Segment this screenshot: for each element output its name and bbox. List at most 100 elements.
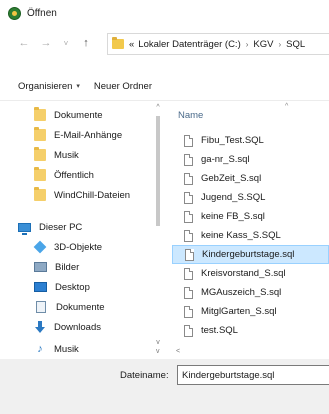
file-row[interactable]: GebZeit_S.sql: [172, 169, 329, 188]
organize-label: Organisieren: [18, 80, 73, 92]
file-name: keine FB_S.sql: [201, 211, 265, 222]
title-bar: Öffnen: [0, 0, 329, 26]
file-row[interactable]: MitglGarten_S.sql: [172, 302, 329, 321]
sidebar-item-dieser-pc[interactable]: Dieser PC: [0, 217, 150, 237]
window-title: Öffnen: [27, 7, 57, 19]
sort-indicator-icon: ^: [285, 103, 289, 110]
sidebar-item-desktop[interactable]: Desktop: [0, 277, 150, 297]
scroll-left-arrow-icon[interactable]: <: [176, 348, 180, 355]
navigation-pane-scrollbar[interactable]: ^ v: [151, 101, 165, 357]
sidebar-item-dokumente[interactable]: Dokumente: [0, 105, 150, 125]
file-list-horizontal-scrollbar[interactable]: v <: [152, 347, 329, 359]
file-row[interactable]: Kreisvorstand_S.sql: [172, 264, 329, 283]
file-name: test.SQL: [201, 325, 238, 336]
folder-icon: [34, 187, 46, 201]
scroll-down-arrow-icon[interactable]: v: [156, 348, 160, 355]
sidebar-item-label: Musik: [54, 149, 79, 161]
dialog-footer: Dateiname:: [0, 359, 329, 414]
new-folder-button[interactable]: Neuer Ordner: [94, 81, 152, 92]
sidebar-item-oeffentlich[interactable]: Öffentlich: [0, 165, 150, 185]
file-icon: [184, 191, 193, 204]
file-icon: [184, 210, 193, 223]
download-icon: [34, 321, 46, 333]
recent-locations-chevron-icon[interactable]: ˅: [58, 33, 74, 53]
file-name: Jugend_S.SQL: [201, 192, 266, 203]
sidebar-item-bilder[interactable]: Bilder: [0, 257, 150, 277]
address-segment-kgv[interactable]: KGV: [253, 39, 273, 50]
folder-icon: [34, 167, 46, 181]
file-row[interactable]: test.SQL: [172, 321, 329, 340]
file-row[interactable]: MGAuszeich_S.sql: [172, 283, 329, 302]
filename-input[interactable]: [177, 365, 329, 385]
file-list-pane: Name ^ Fibu_Test.SQL ga-nr_S.sql GebZeit_S…: [168, 101, 329, 357]
folder-icon: [112, 37, 124, 49]
sidebar-item-label: Dokumente: [56, 301, 105, 313]
cube-icon: [33, 240, 47, 254]
file-name: MitglGarten_S.sql: [201, 306, 277, 317]
documents-icon: [36, 301, 46, 313]
file-row[interactable]: Fibu_Test.SQL: [172, 131, 329, 150]
file-name: keine Kass_S.SQL: [201, 230, 281, 241]
sidebar-item-3d-objekte[interactable]: 3D-Objekte: [0, 237, 150, 257]
sidebar-item-label: 3D-Objekte: [54, 241, 103, 253]
sidebar-item-label: E-Mail-Anhänge: [54, 129, 123, 141]
address-separator[interactable]: ›: [278, 40, 281, 49]
address-segment-sql[interactable]: SQL: [286, 39, 305, 50]
address-overflow[interactable]: «: [129, 39, 134, 50]
command-bar: Organisieren ▾ Neuer Ordner: [0, 76, 329, 96]
address-bar[interactable]: « Lokaler Datenträger (C:) › KGV › SQL: [107, 33, 329, 55]
chevron-down-icon: ▾: [76, 83, 80, 90]
navigation-bar: ← → ˅ ↑ « Lokaler Datenträger (C:) › KGV…: [0, 26, 329, 60]
app-icon: [8, 6, 21, 20]
column-header-label: Name: [178, 109, 204, 121]
file-name: GebZeit_S.sql: [201, 173, 262, 184]
address-separator[interactable]: ›: [246, 40, 249, 49]
back-arrow-icon[interactable]: ←: [16, 33, 32, 53]
file-row[interactable]: keine Kass_S.SQL: [172, 226, 329, 245]
file-icon: [184, 286, 193, 299]
file-row[interactable]: Kindergeburtstage.sql: [172, 245, 329, 264]
sidebar-item-label: Dokumente: [54, 109, 103, 121]
sidebar-item-email-anhaenge[interactable]: E-Mail-Anhänge: [0, 125, 150, 145]
pictures-icon: [34, 262, 47, 272]
sidebar-item-label: WindChill-Dateien: [54, 189, 131, 201]
sidebar-item-label: Öffentlich: [54, 169, 94, 181]
sidebar-item-label: Musik: [54, 343, 79, 355]
forward-arrow-icon[interactable]: →: [38, 33, 54, 53]
file-icon: [184, 172, 193, 185]
folder-icon: [34, 127, 46, 141]
filename-label: Dateiname:: [120, 370, 169, 381]
file-row[interactable]: ga-nr_S.sql: [172, 150, 329, 169]
file-icon: [184, 267, 193, 280]
computer-icon: [18, 222, 31, 235]
address-segment-drive[interactable]: Lokaler Datenträger (C:): [138, 39, 240, 50]
scroll-up-arrow-icon[interactable]: ^: [153, 104, 163, 114]
file-icon: [184, 153, 193, 166]
scrollbar-thumb[interactable]: [156, 116, 160, 226]
sidebar-item-label: Bilder: [55, 261, 80, 273]
file-icon: [185, 248, 194, 261]
sidebar-item-label: Desktop: [55, 281, 90, 293]
file-row[interactable]: Jugend_S.SQL: [172, 188, 329, 207]
file-icon: [184, 229, 193, 242]
folder-icon: [34, 107, 46, 121]
sidebar-item-downloads[interactable]: Downloads: [0, 317, 150, 337]
up-arrow-icon[interactable]: ↑: [78, 33, 94, 53]
music-icon: ♪: [37, 343, 43, 355]
desktop-icon: [34, 282, 47, 292]
sidebar-item-label: Dieser PC: [39, 221, 83, 233]
column-header-name[interactable]: Name ^: [168, 101, 329, 129]
file-icon: [184, 324, 193, 337]
file-icon: [184, 305, 193, 318]
file-name: Fibu_Test.SQL: [201, 135, 264, 146]
file-name: MGAuszeich_S.sql: [201, 287, 282, 298]
sidebar-item-musik[interactable]: Musik: [0, 145, 150, 165]
sidebar-item-musik-pc[interactable]: ♪ Musik: [0, 339, 150, 357]
file-row[interactable]: keine FB_S.sql: [172, 207, 329, 226]
sidebar-item-windchill-dateien[interactable]: WindChill-Dateien: [0, 185, 150, 205]
organize-button[interactable]: Organisieren ▾: [18, 81, 80, 92]
folder-icon: [34, 147, 46, 161]
sidebar-item-dokumente-pc[interactable]: Dokumente: [0, 297, 150, 317]
file-name: Kreisvorstand_S.sql: [201, 268, 286, 279]
file-name: ga-nr_S.sql: [201, 154, 250, 165]
